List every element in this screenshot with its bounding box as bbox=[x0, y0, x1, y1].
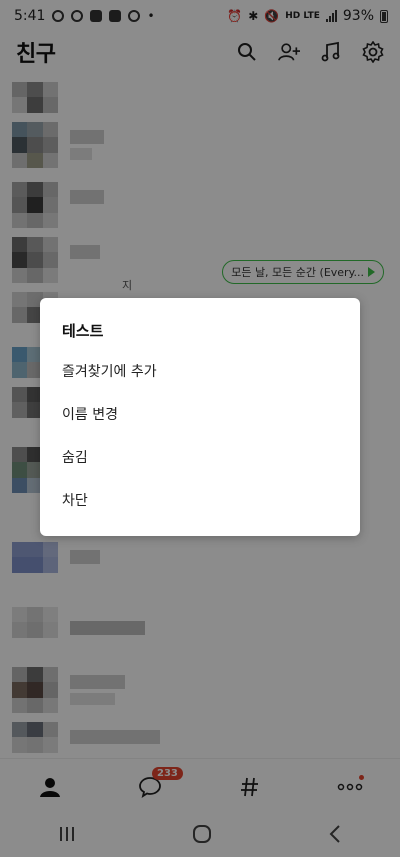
menu-item-hide[interactable]: 숨김 bbox=[62, 447, 338, 490]
menu-item-add-favorite[interactable]: 즐겨찾기에 추가 bbox=[62, 361, 338, 404]
menu-item-block[interactable]: 차단 bbox=[62, 490, 338, 533]
friend-context-menu: 테스트 즐겨찾기에 추가 이름 변경 숨김 차단 bbox=[40, 298, 360, 536]
menu-item-rename[interactable]: 이름 변경 bbox=[62, 404, 338, 447]
menu-title: 테스트 bbox=[62, 322, 104, 340]
